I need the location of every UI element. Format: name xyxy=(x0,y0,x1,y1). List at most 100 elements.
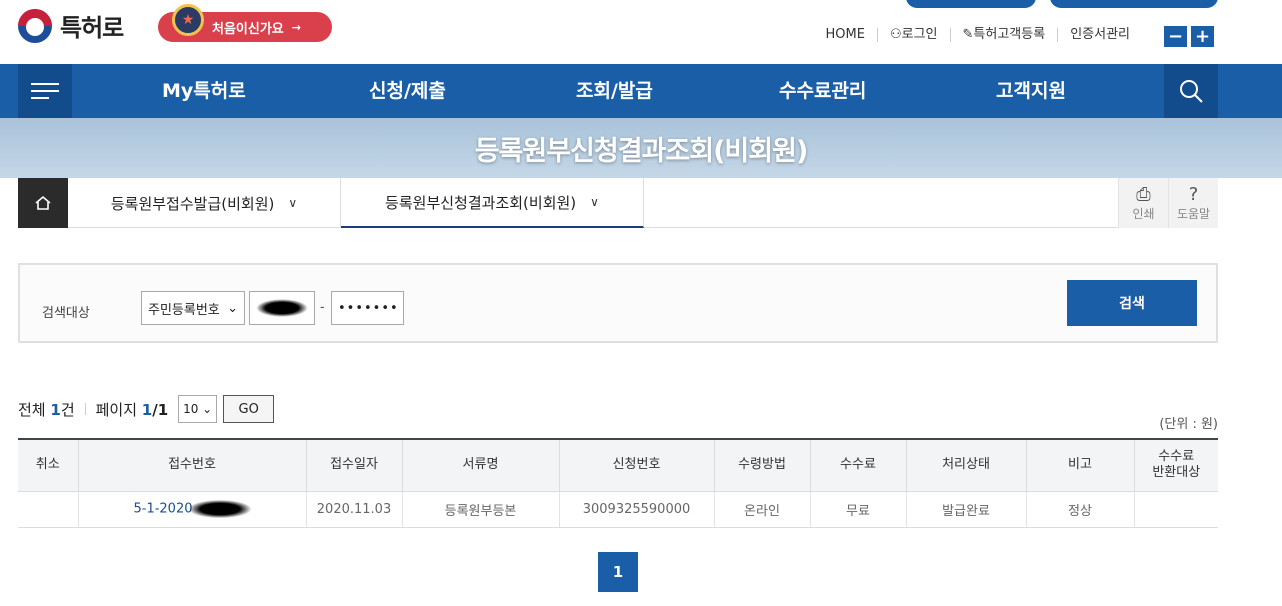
all-menu-button[interactable] xyxy=(18,64,72,118)
nav-item-my[interactable]: My특허로 xyxy=(162,64,246,118)
results-summary: 전체 1건 페이지 1/1 10 ⌄ GO xyxy=(18,395,275,423)
top-banner-button-1[interactable] xyxy=(906,0,1036,8)
cell-method: 온라인 xyxy=(713,491,810,528)
page-prefix: 페이지 xyxy=(95,400,142,419)
print-button[interactable]: ⎙ 인쇄 xyxy=(1118,178,1168,228)
search-type-value: 주민등록번호 xyxy=(148,302,220,318)
nav-item-inquiry[interactable]: 조회/발급 xyxy=(576,64,653,118)
cell-fee: 무료 xyxy=(809,491,906,528)
page-size-select[interactable]: 10 ⌄ xyxy=(178,395,218,423)
login-link-label: 로그인 xyxy=(901,27,938,42)
total-prefix: 전체 xyxy=(18,400,51,419)
divider xyxy=(84,403,86,415)
nav-item-fee[interactable]: 수수료관리 xyxy=(779,64,866,118)
cell-note: 정상 xyxy=(1025,491,1134,528)
printer-icon: ⎙ xyxy=(1136,183,1151,205)
zoom-out-button[interactable]: − xyxy=(1164,26,1187,47)
col-date: 접수일자 xyxy=(305,439,402,492)
nav-item-support[interactable]: 고객지원 xyxy=(996,64,1066,118)
certificate-link[interactable]: 인증서관리 xyxy=(1057,28,1142,42)
main-nav: My특허로 신청/제출 조회/발급 수수료관리 고객지원 xyxy=(0,64,1282,118)
menu-icon xyxy=(31,78,59,104)
col-note: 비고 xyxy=(1025,439,1134,492)
id-second-input[interactable]: ••••••• xyxy=(331,291,404,325)
customer-register-label: 특허고객등록 xyxy=(973,27,1046,42)
total-count: 전체 1건 xyxy=(18,399,75,420)
cell-status: 발급완료 xyxy=(905,491,1026,528)
cell-doc: 등록원부등본 xyxy=(401,491,559,528)
results-table: 취소 접수번호 접수일자 서류명 신청번호 수령방법 수수료 처리상태 비고 수… xyxy=(18,438,1218,528)
top-banner-button-2[interactable] xyxy=(1050,0,1218,8)
unit-label: (단위 : 원) xyxy=(1159,417,1218,432)
zoom-in-button[interactable]: + xyxy=(1191,26,1214,47)
search-target-label: 검색대상 xyxy=(42,306,90,321)
cell-receipt-no[interactable]: 5-1-2020 xyxy=(77,491,306,528)
subnav-tab-issue-label: 등록원부접수발급(비회원) xyxy=(110,194,275,213)
customer-register-link[interactable]: ✎특허고객등록 xyxy=(949,27,1058,42)
arrow-icon: → xyxy=(291,20,301,34)
total-number: 1 xyxy=(50,400,61,419)
user-icon: ⚇ xyxy=(889,27,902,42)
site-logo[interactable]: 특허로 xyxy=(18,8,124,43)
search-panel: 검색대상 주민등록번호 ⌄ - ••••••• 검색 xyxy=(18,263,1218,343)
pencil-icon: ✎ xyxy=(962,27,974,42)
print-label: 인쇄 xyxy=(1132,206,1155,221)
subnav-tab-issue[interactable]: 등록원부접수발급(비회원) ∨ xyxy=(68,178,341,228)
page-current: 1 xyxy=(141,400,153,419)
zoom-controls: − + xyxy=(1164,26,1214,47)
search-button[interactable]: 검색 xyxy=(1067,280,1197,326)
chevron-down-icon: ∨ xyxy=(288,196,298,210)
col-refund: 수수료 반환대상 xyxy=(1133,439,1218,492)
utility-links: HOME ⚇로그인 ✎특허고객등록 인증서관리 xyxy=(814,28,1142,42)
first-visit-button[interactable]: ★ 처음이신가요 → xyxy=(158,4,332,42)
go-button[interactable]: GO xyxy=(223,395,275,423)
first-visit-label: 처음이신가요 xyxy=(212,21,284,37)
total-suffix: 건 xyxy=(60,400,75,419)
question-icon: ? xyxy=(1188,183,1199,205)
pagination-page-1[interactable]: 1 xyxy=(598,552,638,592)
sub-navigation: 등록원부접수발급(비회원) ∨ 등록원부신청결과조회(비회원) ∨ ⎙ 인쇄 ?… xyxy=(18,178,1218,228)
receipt-no-text: 5-1-2020 xyxy=(133,501,193,517)
home-button[interactable] xyxy=(18,178,68,228)
col-fee: 수수료 xyxy=(809,439,906,492)
id-separator: - xyxy=(320,300,325,315)
help-label: 도움말 xyxy=(1176,206,1211,221)
redaction-mark xyxy=(188,500,251,518)
chevron-down-icon: ⌄ xyxy=(202,402,213,416)
id-first-input[interactable] xyxy=(249,291,315,325)
col-status: 처리상태 xyxy=(905,439,1026,492)
page-size-value: 10 xyxy=(183,402,199,416)
cell-refund xyxy=(1133,491,1218,528)
home-link[interactable]: HOME xyxy=(814,28,877,42)
search-icon xyxy=(1180,80,1203,103)
login-link[interactable]: ⚇로그인 xyxy=(876,27,950,42)
col-receipt-no: 접수번호 xyxy=(77,439,306,492)
redaction-mark xyxy=(256,299,308,317)
chevron-down-icon: ∨ xyxy=(590,195,599,209)
nav-item-apply[interactable]: 신청/제출 xyxy=(369,64,446,118)
table-row: 5-1-2020 2020.11.03 등록원부등본 3009325590000… xyxy=(18,491,1218,528)
site-search-button[interactable] xyxy=(1164,64,1218,118)
col-cancel: 취소 xyxy=(18,439,78,492)
subnav-tab-result[interactable]: 등록원부신청결과조회(비회원) ∨ xyxy=(341,178,644,228)
chevron-down-icon: ⌄ xyxy=(227,300,238,316)
subnav-tab-result-label: 등록원부신청결과조회(비회원) xyxy=(385,193,577,212)
page-total: /1 xyxy=(152,400,169,419)
cell-date: 2020.11.03 xyxy=(305,491,402,528)
help-button[interactable]: ? 도움말 xyxy=(1168,178,1218,228)
search-type-select[interactable]: 주민등록번호 ⌄ xyxy=(141,291,245,325)
table-header-row: 취소 접수번호 접수일자 서류명 신청번호 수령방법 수수료 처리상태 비고 수… xyxy=(18,439,1218,492)
col-method: 수령방법 xyxy=(713,439,810,492)
star-badge-icon: ★ xyxy=(172,4,204,36)
home-icon xyxy=(35,195,51,210)
col-app-no: 신청번호 xyxy=(558,439,714,492)
col-doc: 서류명 xyxy=(401,439,559,492)
page-title: 등록원부신청결과조회(비회원) xyxy=(474,135,809,167)
page-indicator: 페이지 1/1 xyxy=(96,399,169,420)
logo-text: 특허로 xyxy=(60,14,124,42)
page-banner: 등록원부신청결과조회(비회원) xyxy=(0,118,1282,178)
cell-cancel xyxy=(18,491,78,528)
top-banner-buttons xyxy=(906,0,1218,8)
cell-app-no: 3009325590000 xyxy=(558,491,714,528)
gov-emblem-icon xyxy=(18,8,52,43)
